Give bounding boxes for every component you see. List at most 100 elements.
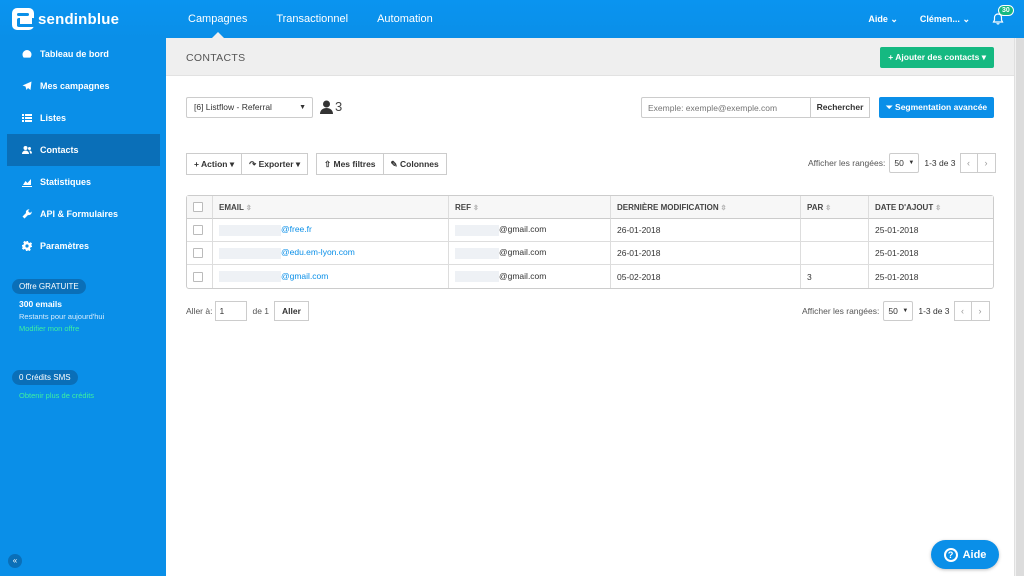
sort-icon: ⇳ xyxy=(720,204,727,212)
contacts-table: EMAIL ⇳ REF ⇳ DERNIÈRE MODIFICATION ⇳ PAR ⇳ … xyxy=(186,195,994,289)
nav-campagnes[interactable]: Campagnes xyxy=(180,0,255,38)
sidebar-item-listes[interactable]: Listes xyxy=(0,102,166,134)
notification-count-badge: 30 xyxy=(998,5,1014,16)
goto-button[interactable]: Aller xyxy=(274,301,309,321)
modified-cell: 26-01-2018 xyxy=(611,219,801,242)
user-menu[interactable]: Clémen... ⌄ xyxy=(920,14,970,25)
modified-cell: 05-02-2018 xyxy=(611,265,801,288)
add-contacts-button[interactable]: + Ajouter des contacts ▾ xyxy=(880,47,994,68)
par-cell: 3 xyxy=(801,265,869,288)
email-cell[interactable]: @edu.em-lyon.com xyxy=(213,242,449,265)
redacted-text xyxy=(219,247,281,259)
prev-page-button[interactable]: ‹ xyxy=(953,301,972,321)
my-filters-button[interactable]: ⇧ Mes filtres xyxy=(316,153,384,175)
ref-cell: @gmail.com xyxy=(449,265,611,288)
column-header-ref[interactable]: REF ⇳ xyxy=(449,196,611,219)
rows-per-page-select[interactable]: 50 ▼ xyxy=(883,301,914,321)
ref-domain: @gmail.com xyxy=(499,270,547,281)
users-icon xyxy=(22,145,32,155)
sort-icon: ⇳ xyxy=(245,204,252,212)
collapse-sidebar-button[interactable]: « xyxy=(8,554,22,568)
goto-page-input[interactable]: 1 xyxy=(215,301,248,321)
top-nav: Campagnes Transactionnel Automation xyxy=(180,0,454,38)
advanced-segmentation-button[interactable]: ⏷ Segmentation avancée xyxy=(879,97,994,118)
action-dropdown-button[interactable]: + Action ▾ xyxy=(186,153,243,175)
rows-per-page-value: 50 xyxy=(894,158,904,168)
user-icon xyxy=(320,100,333,114)
row-checkbox[interactable] xyxy=(193,271,203,282)
rows-per-page-select[interactable]: 50 ▼ xyxy=(889,153,920,173)
sort-icon: ⇳ xyxy=(825,204,832,212)
bottom-pagination: Afficher les rangées: 50 ▼ 1-3 de 3 ‹ › xyxy=(802,301,990,321)
next-page-button[interactable]: › xyxy=(971,301,990,321)
ref-domain: @gmail.com xyxy=(499,224,547,235)
rows-per-page-label: Afficher les rangées: xyxy=(808,158,886,168)
sms-credits-badge: 0 Crédits SMS xyxy=(12,370,78,385)
date-added-cell: 25-01-2018 xyxy=(869,242,993,265)
column-header-last-modified[interactable]: DERNIÈRE MODIFICATION ⇳ xyxy=(611,196,801,219)
page-scrollbar[interactable] xyxy=(1014,38,1024,576)
table-row: @edu.em-lyon.com @gmail.com 26-01-2018 2… xyxy=(187,242,993,265)
list-select[interactable]: [6] Listflow - Referral ▼ xyxy=(186,97,313,118)
date-added-cell: 25-01-2018 xyxy=(869,219,993,242)
prev-page-button[interactable]: ‹ xyxy=(959,153,978,173)
get-credits-link[interactable]: Obtenir plus de crédits xyxy=(19,391,166,400)
caret-down-icon: ▼ xyxy=(299,104,306,111)
sidebar-item-label: Statistiques xyxy=(40,177,92,187)
columns-button[interactable]: ✎ Colonnes xyxy=(383,153,447,175)
sidebar-item-parametres[interactable]: Paramètres xyxy=(0,230,166,262)
scrollbar-thumb[interactable] xyxy=(1016,38,1024,576)
par-cell xyxy=(801,242,869,265)
row-checkbox[interactable] xyxy=(193,225,203,236)
brand-logo[interactable]: sendinblue xyxy=(12,8,119,30)
notifications-button[interactable]: 30 xyxy=(992,5,1014,25)
offer-badge: Offre GRATUITE xyxy=(12,279,86,294)
sidebar-item-mes-campagnes[interactable]: Mes campagnes xyxy=(0,70,166,102)
brand-name: sendinblue xyxy=(38,10,120,28)
goto-label: Aller à: xyxy=(186,306,213,316)
search-button[interactable]: Rechercher xyxy=(810,97,870,118)
sidebar-item-contacts[interactable]: Contacts xyxy=(7,134,160,166)
email-cell[interactable]: @gmail.com xyxy=(213,265,449,288)
sidebar-item-api-formulaires[interactable]: API & Formulaires xyxy=(0,198,166,230)
row-checkbox[interactable] xyxy=(193,248,203,259)
sidebar-item-label: Tableau de bord xyxy=(40,49,109,59)
advanced-segmentation-label: Segmentation avancée xyxy=(895,102,988,112)
nav-transactionnel[interactable]: Transactionnel xyxy=(268,0,356,38)
caret-down-icon: ▼ xyxy=(908,160,915,166)
list-select-value: [6] Listflow - Referral xyxy=(194,102,272,112)
next-page-button[interactable]: › xyxy=(977,153,996,173)
column-header-label: REF xyxy=(455,202,471,212)
row-select-cell xyxy=(187,242,213,265)
help-menu[interactable]: Aide ⌄ xyxy=(868,14,898,25)
page-title: CONTACTS xyxy=(186,52,246,64)
export-dropdown-button[interactable]: ↷ Exporter ▾ xyxy=(242,153,309,175)
table-row: @free.fr @gmail.com 26-01-2018 25-01-201… xyxy=(187,219,993,242)
contact-count: 3 xyxy=(320,99,342,114)
goto-page: Aller à: 1 de 1 Aller xyxy=(186,301,309,321)
column-header-label: PAR xyxy=(807,202,824,212)
table-header-row: EMAIL ⇳ REF ⇳ DERNIÈRE MODIFICATION ⇳ PAR ⇳ … xyxy=(187,196,993,219)
search-input[interactable] xyxy=(641,97,811,118)
column-header-par[interactable]: PAR ⇳ xyxy=(801,196,869,219)
column-header-email[interactable]: EMAIL ⇳ xyxy=(213,196,449,219)
sidebar-item-statistiques[interactable]: Statistiques xyxy=(0,166,166,198)
pagination-range: 1-3 de 3 xyxy=(918,306,950,316)
sidebar-item-tableau-de-bord[interactable]: Tableau de bord xyxy=(0,38,166,70)
pager: ‹ › xyxy=(953,301,990,321)
email-quota: 300 emails xyxy=(19,299,63,309)
gear-icon xyxy=(22,241,32,251)
redacted-text xyxy=(219,271,281,283)
column-header-date-added[interactable]: DATE D'AJOUT ⇳ xyxy=(869,196,993,219)
modify-offer-link[interactable]: Modifier mon offre xyxy=(19,324,166,333)
sidebar-item-label: Contacts xyxy=(40,145,79,155)
help-chat-button[interactable]: ? Aide xyxy=(931,540,999,569)
user-menu-label: Clémen... xyxy=(919,13,960,24)
sidebar: Tableau de bord Mes campagnes Listes Con… xyxy=(0,38,166,576)
nav-automation[interactable]: Automation xyxy=(369,0,441,38)
chevron-down-icon: ⌄ xyxy=(890,13,898,24)
offer-block: Offre GRATUITE 300 emails Restants pour … xyxy=(0,279,166,333)
select-all-checkbox[interactable] xyxy=(193,202,203,212)
chevron-down-icon: ⌄ xyxy=(962,13,970,24)
email-cell[interactable]: @free.fr xyxy=(213,219,449,242)
